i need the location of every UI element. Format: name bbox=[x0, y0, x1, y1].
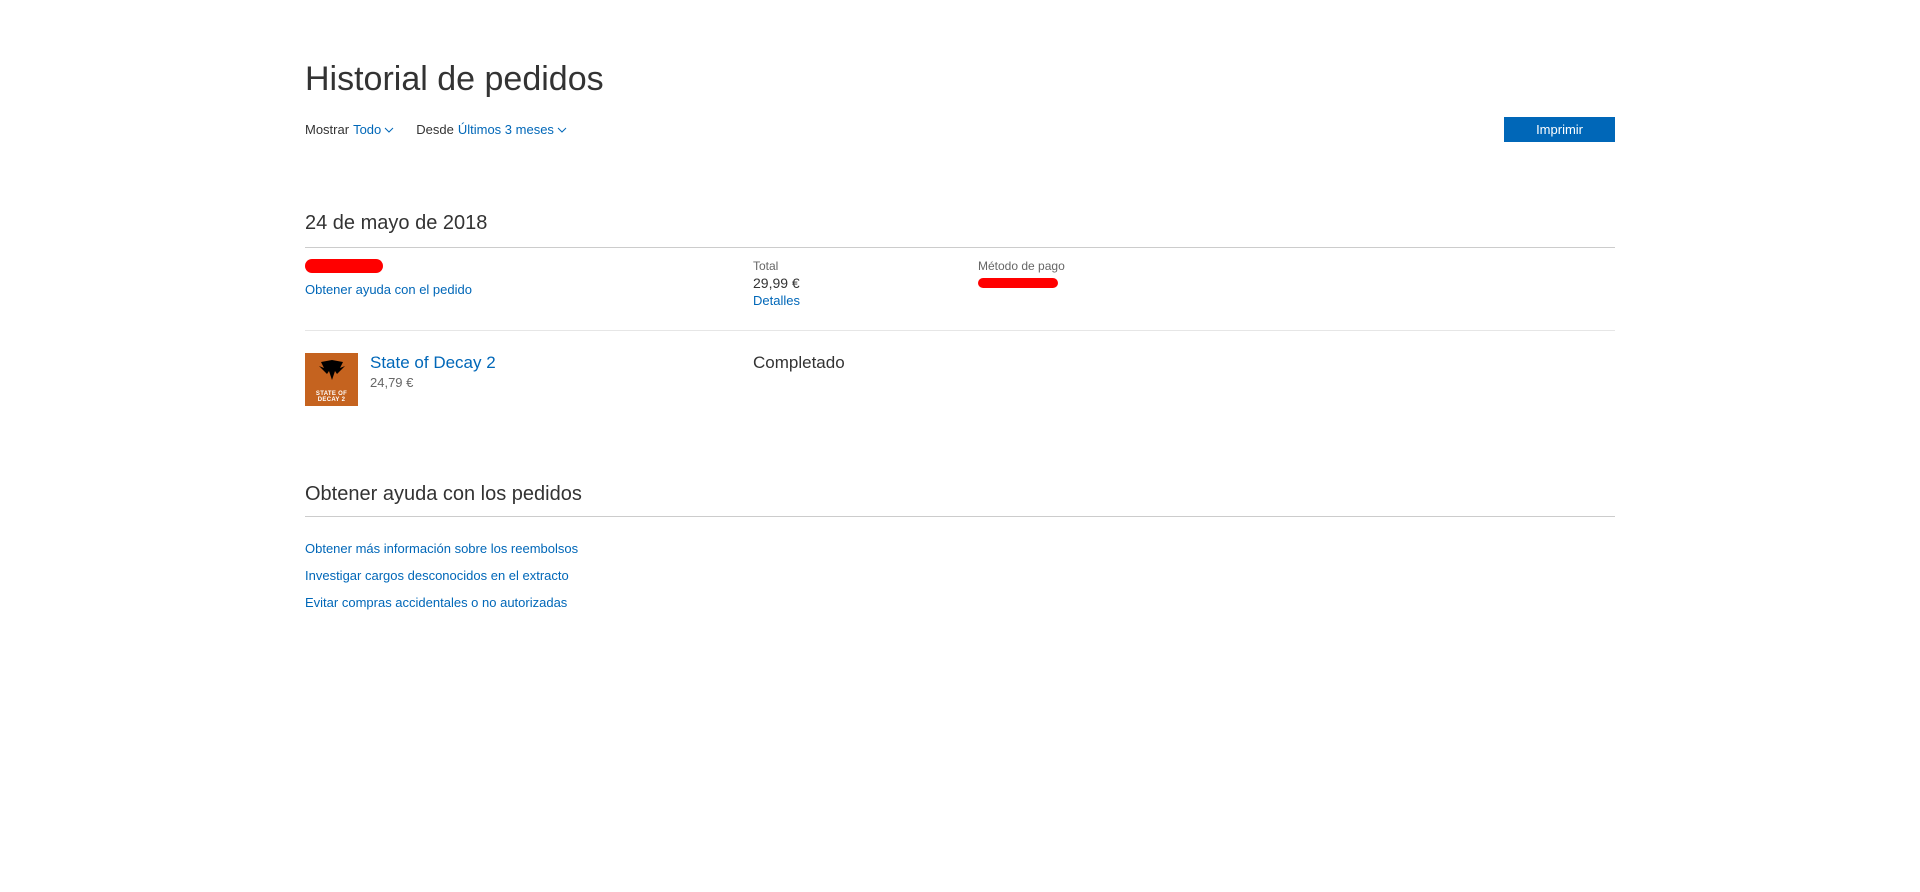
redacted-payment-method bbox=[978, 278, 1058, 288]
item-title-link[interactable]: State of Decay 2 bbox=[370, 353, 496, 372]
payment-method-label: Método de pago bbox=[978, 259, 1615, 273]
show-filter: Mostrar Todo bbox=[305, 122, 394, 137]
order-item: STATE OF DECAY 2 State of Decay 2 24,79 … bbox=[305, 331, 1615, 428]
help-links: Obtener más información sobre los reembo… bbox=[305, 541, 1615, 610]
thumb-text: STATE OF DECAY 2 bbox=[305, 391, 358, 403]
since-filter-dropdown[interactable]: Últimos 3 meses bbox=[458, 122, 567, 137]
since-filter-label: Desde bbox=[416, 122, 454, 137]
chevron-down-icon bbox=[557, 125, 567, 135]
order-date: 24 de mayo de 2018 bbox=[305, 212, 1615, 248]
order-summary: Obtener ayuda con el pedido Total 29,99 … bbox=[305, 248, 1615, 331]
since-filter-value: Últimos 3 meses bbox=[458, 122, 554, 137]
help-link-refunds[interactable]: Obtener más información sobre los reembo… bbox=[305, 541, 1615, 556]
eagle-icon bbox=[317, 358, 347, 380]
item-price: 24,79 € bbox=[370, 375, 753, 390]
show-filter-label: Mostrar bbox=[305, 122, 349, 137]
filter-row: Mostrar Todo Desde Últimos 3 meses I bbox=[305, 117, 1615, 142]
page-title: Historial de pedidos bbox=[305, 60, 1615, 99]
help-link-charges[interactable]: Investigar cargos desconocidos en el ext… bbox=[305, 568, 1615, 583]
help-link-purchases[interactable]: Evitar compras accidentales o no autoriz… bbox=[305, 595, 1615, 610]
print-button[interactable]: Imprimir bbox=[1504, 117, 1615, 142]
help-heading: Obtener ayuda con los pedidos bbox=[305, 483, 1615, 517]
redacted-order-id bbox=[305, 259, 383, 273]
item-status: Completado bbox=[753, 353, 845, 373]
item-thumbnail[interactable]: STATE OF DECAY 2 bbox=[305, 353, 358, 406]
help-with-order-link[interactable]: Obtener ayuda con el pedido bbox=[305, 282, 472, 297]
show-filter-dropdown[interactable]: Todo bbox=[353, 122, 394, 137]
total-label: Total bbox=[753, 259, 978, 273]
chevron-down-icon bbox=[384, 125, 394, 135]
show-filter-value: Todo bbox=[353, 122, 381, 137]
total-value: 29,99 € bbox=[753, 275, 978, 291]
since-filter: Desde Últimos 3 meses bbox=[416, 122, 567, 137]
details-link[interactable]: Detalles bbox=[753, 293, 800, 308]
